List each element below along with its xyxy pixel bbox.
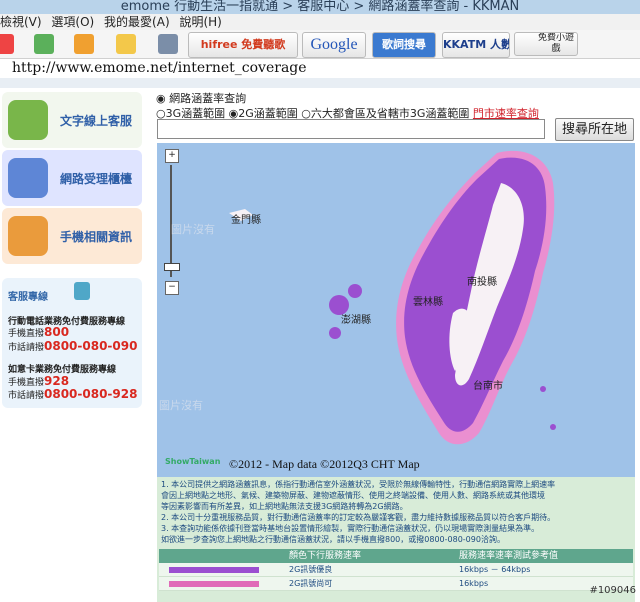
breadcrumb-strip <box>0 78 640 88</box>
green-island <box>540 386 546 392</box>
menu-view[interactable]: 檢視(V) <box>0 15 42 29</box>
free-games-button[interactable]: 免費小遊戲 <box>514 32 578 56</box>
label-tainan: 台南市 <box>473 381 503 392</box>
main-content: ◉ 網路涵蓋率查詢 ○3G涵蓋範圍 ◉2G涵蓋範圍 ○六大都會區及省轄市3G涵蓋… <box>150 88 640 602</box>
missing-tile-text: 圖片沒有 <box>171 223 215 236</box>
window-title: emome 行動生活一指就通 > 客服中心 > 網路涵蓋率查詢 - KKMAN <box>0 0 640 14</box>
section-title-row: ◉ 網路涵蓋率查詢 <box>156 90 246 106</box>
hotline-panel: 客服專線 行動電話業務免付費服務專線 手機直撥 800 市話請撥 0800-08… <box>2 278 142 408</box>
label-yunlin: 雲林縣 <box>413 297 443 308</box>
folder-icon[interactable] <box>116 34 136 54</box>
note-line: 2. 本公司十分重視服務品質，對行動通信涵蓋率的訂定較為嚴謹客觀，盡力維持數據服… <box>161 513 556 522</box>
map-attribution: ©2012 - Map data ©2012Q3 CHT Map <box>229 457 420 471</box>
section-title: 網路涵蓋率查詢 <box>169 92 247 105</box>
label-nantou: 南投縣 <box>467 277 497 288</box>
mobile-number: 800 <box>44 325 70 339</box>
menu-options[interactable]: 選項(O) <box>51 15 94 29</box>
note-line: 如欲進一步查詢您上網地點之行動通信涵蓋狀況，請以手機直撥800，或撥0800-0… <box>161 535 505 544</box>
service-counter-icon <box>8 158 48 198</box>
zoom-handle[interactable] <box>164 263 180 271</box>
sidebar-item-service-counter[interactable]: 網路受理櫃檯 <box>2 150 142 206</box>
table-header-cell: 顏色下行服務速率 <box>289 551 362 561</box>
mobile-label-2: 手機直撥 <box>8 378 45 388</box>
penghu-coverage-3 <box>329 327 341 339</box>
table-cell: 16kbps <box>459 579 489 588</box>
table-header-cell: 服務速率速率測試參考值 <box>459 551 559 561</box>
table-cell: 2G訊號優良 <box>289 565 333 574</box>
toolbar: hifree 免費聽歌 Google 歌詞搜尋 KKATM 人數 免費小遊戲 <box>0 30 640 59</box>
cube-icon[interactable] <box>158 34 178 54</box>
label-penghu: 澎湖縣 <box>341 315 371 326</box>
label-kinmen: 金門縣 <box>231 215 261 226</box>
note-line: 會因上網地點之地形、氣候、建築物屏蔽、建物遮蔽情形、使用之終端設備、使用人數、網… <box>161 491 545 500</box>
phone-info-icon <box>8 216 48 256</box>
google-button[interactable]: Google <box>302 32 366 58</box>
zoom-in-icon[interactable]: + <box>165 149 179 163</box>
online-service-icon <box>8 100 48 140</box>
watermark-id: #109046 <box>589 585 636 596</box>
city-label: 市話請撥 <box>8 343 45 353</box>
coverage-notes: 1. 本公司提供之網路涵蓋訊息，係指行動通信室外涵蓋狀況，受限於無線傳輸特性，行… <box>157 477 635 602</box>
zoom-out-icon[interactable]: − <box>165 281 179 295</box>
sidebar-item-label: 網路受理櫃檯 <box>60 172 133 186</box>
table-row: 2G訊號優良 16kbps － 64kbps <box>159 563 633 577</box>
sidebar-item-label: 文字線上客服 <box>60 114 133 128</box>
coverage-map[interactable]: + − 金門縣 南投縣 雲林縣 台南市 澎湖縣 圖片沒有 圖片沒有 ShowTa… <box>157 143 635 477</box>
note-line: 1. 本公司提供之網路涵蓋訊息，係指行動通信室外涵蓋狀況，受限於無線傳輸特性，行… <box>161 480 556 489</box>
sidebar-item-label: 手機相關資訊 <box>60 230 133 244</box>
address-url[interactable]: http://www.emome.net/internet_coverage <box>12 60 307 77</box>
refresh-icon[interactable] <box>34 34 54 54</box>
penghu-coverage-2 <box>348 284 362 298</box>
city-number-2: 0800-080-928 <box>44 387 138 401</box>
telephone-icon <box>74 282 90 300</box>
table-cell: 2G訊號尚可 <box>289 579 333 588</box>
map-canvas[interactable] <box>157 143 635 477</box>
menu-help[interactable]: 說明(H) <box>179 15 221 29</box>
legend-swatch-fair <box>169 581 259 587</box>
speed-table: 顏色下行服務速率 服務速率速率測試參考值 2G訊號優良 16kbps － 64k… <box>159 549 633 591</box>
table-cell: 16kbps － 64kbps <box>459 565 531 574</box>
address-bar[interactable]: http://www.emome.net/internet_coverage <box>0 59 640 79</box>
note-line: 等因素影響而有所差異，如上網地點無法支援3G網路將轉為2G網路。 <box>161 502 408 511</box>
legend-swatch-good <box>169 567 259 573</box>
sidebar: 文字線上客服 網路受理櫃檯 手機相關資訊 客服專線 行動電話業務免付費服務專線 … <box>0 88 146 602</box>
sidebar-item-phone-info[interactable]: 手機相關資訊 <box>2 208 142 264</box>
note-line: 3. 本查詢功能係依據刊登當時基地台設置情形繪製，實際行動通信涵蓋狀況，仍以現場… <box>161 524 540 533</box>
menu-bar: 檢視(V) 選項(O) 我的最愛(A) 說明(H) <box>0 14 640 30</box>
lyrics-search-button[interactable]: 歌詞搜尋 <box>372 32 436 58</box>
stop-icon[interactable] <box>0 34 14 54</box>
city-label-2: 市話請撥 <box>8 391 45 401</box>
city-number: 0800-080-090 <box>44 339 138 353</box>
missing-tile-text-2: 圖片沒有 <box>159 399 203 412</box>
mobile-number-2: 928 <box>44 374 70 388</box>
menu-favorites[interactable]: 我的最愛(A) <box>104 15 170 29</box>
table-header: 顏色下行服務速率 服務速率速率測試參考值 <box>159 549 633 563</box>
hifree-button[interactable]: hifree 免費聽歌 <box>188 32 298 58</box>
bullet-icon: ◉ <box>156 92 166 105</box>
orchid-island <box>550 424 556 430</box>
sidebar-item-online-service[interactable]: 文字線上客服 <box>2 92 142 148</box>
hotline-title: 客服專線 <box>8 292 48 303</box>
table-row: 2G訊號尚可 16kbps <box>159 577 633 591</box>
showtaiwan-logo: ShowTaiwan <box>165 457 221 466</box>
home-icon[interactable] <box>74 34 94 54</box>
location-search-input[interactable] <box>157 119 545 139</box>
search-location-button[interactable]: 搜尋所在地 <box>555 118 634 141</box>
mobile-label: 手機直撥 <box>8 329 45 339</box>
kkatm-button[interactable]: KKATM 人數 <box>442 32 510 58</box>
